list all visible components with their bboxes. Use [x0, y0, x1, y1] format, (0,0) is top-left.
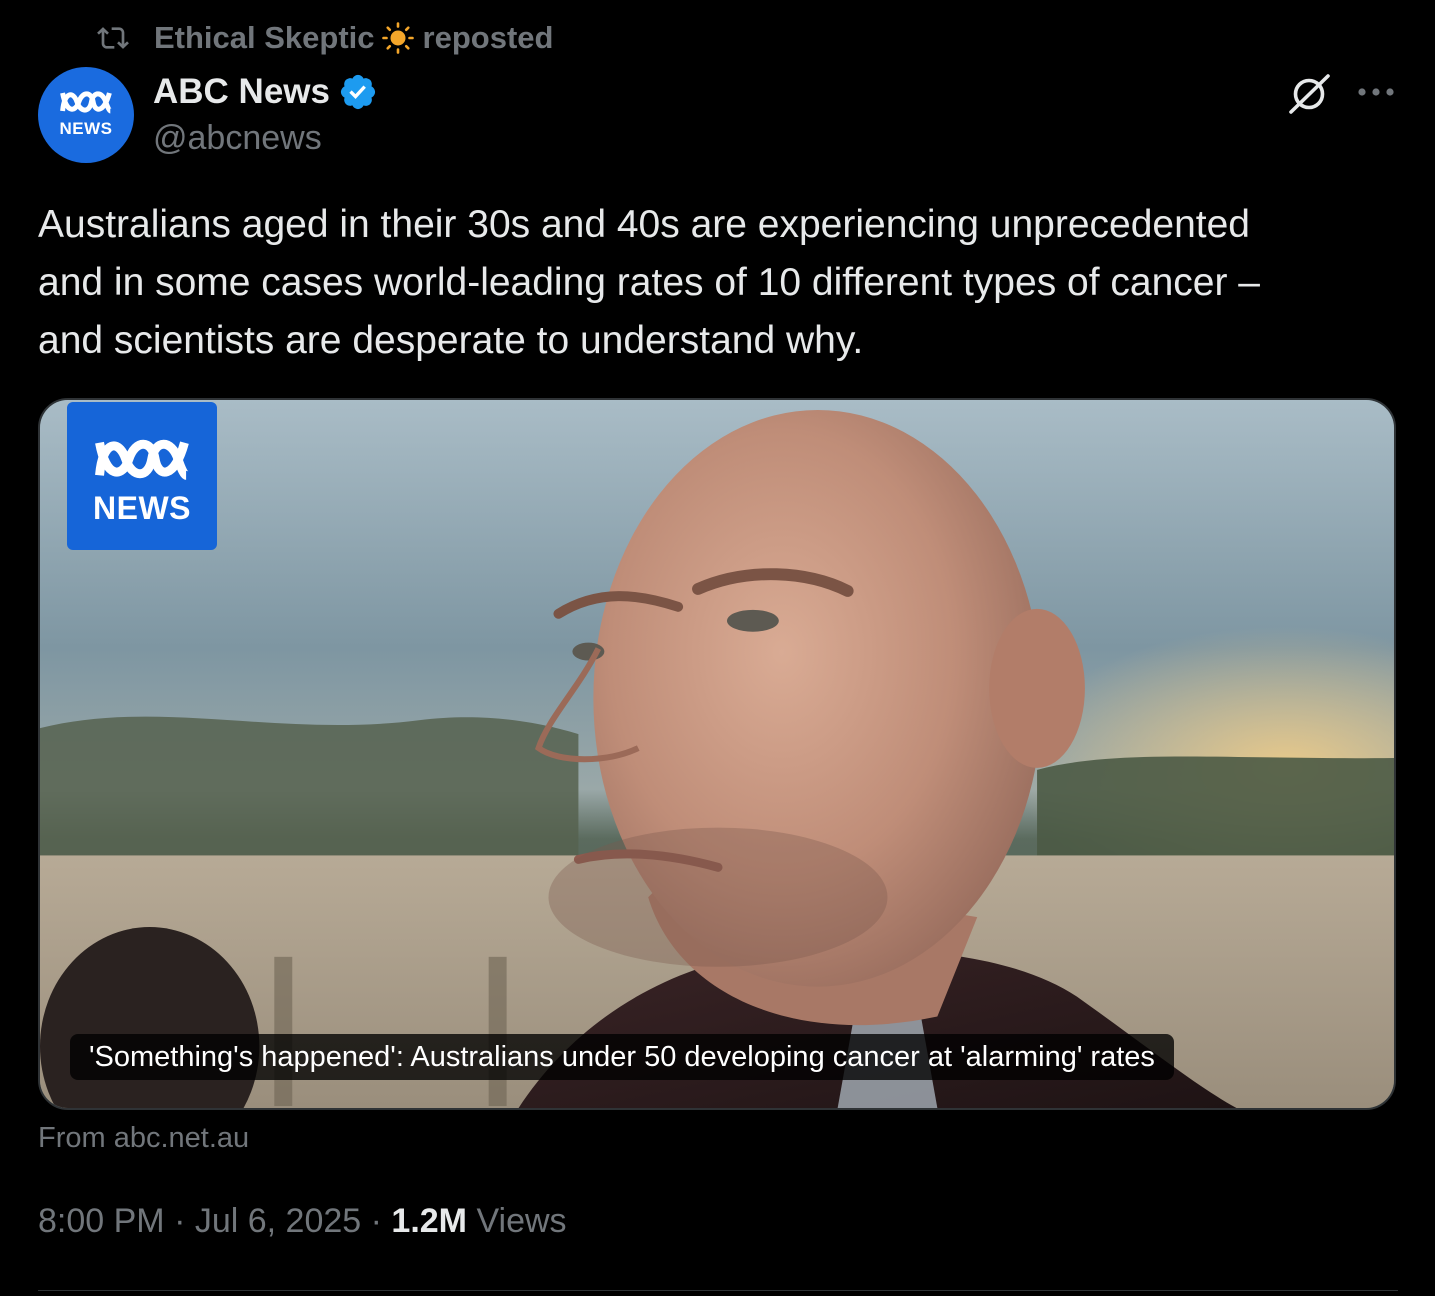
views-label: Views [467, 1202, 567, 1240]
tweet-text: Australians aged in their 30s and 40s ar… [38, 203, 1260, 362]
verified-badge-icon[interactable] [338, 72, 378, 112]
tweet-date[interactable]: Jul 6, 2025 [195, 1202, 361, 1240]
sun-icon [381, 22, 414, 54]
avatar[interactable]: NEWS [38, 67, 134, 163]
media-abc-logo: NEWS [67, 402, 217, 550]
media-logo-label: NEWS [93, 489, 191, 526]
tweet-meta: 8:00 PM · Jul 6, 2025 · 1.2M Views [38, 1202, 567, 1241]
views-count: 1.2M [391, 1202, 468, 1240]
repost-indicator[interactable]: Ethical Skeptic reposted [94, 18, 553, 58]
media-caption[interactable]: 'Something's happened': Australians unde… [70, 1034, 1174, 1080]
media-photo [40, 400, 1394, 1108]
avatar-label: NEWS [59, 119, 113, 138]
author-name-row[interactable]: ABC News [153, 70, 378, 114]
repost-icon [97, 27, 129, 49]
abc-logo-icon [60, 91, 112, 114]
media-card[interactable]: NEWS 'Something's happened': Australians… [38, 398, 1396, 1110]
grok-icon[interactable] [1286, 72, 1334, 116]
more-icon[interactable] [1356, 80, 1396, 104]
meta-separator: · [164, 1202, 195, 1240]
reposter-name[interactable]: Ethical Skeptic [154, 20, 375, 56]
author-handle[interactable]: @abcnews [153, 119, 322, 158]
meta-separator: · [361, 1202, 392, 1240]
reposted-label: reposted [422, 20, 554, 55]
author-name[interactable]: ABC News [153, 72, 330, 112]
abc-logo-icon [95, 439, 189, 480]
card-source[interactable]: From abc.net.au [38, 1122, 249, 1155]
divider [38, 1290, 1398, 1291]
tweet-time[interactable]: 8:00 PM [38, 1202, 165, 1240]
